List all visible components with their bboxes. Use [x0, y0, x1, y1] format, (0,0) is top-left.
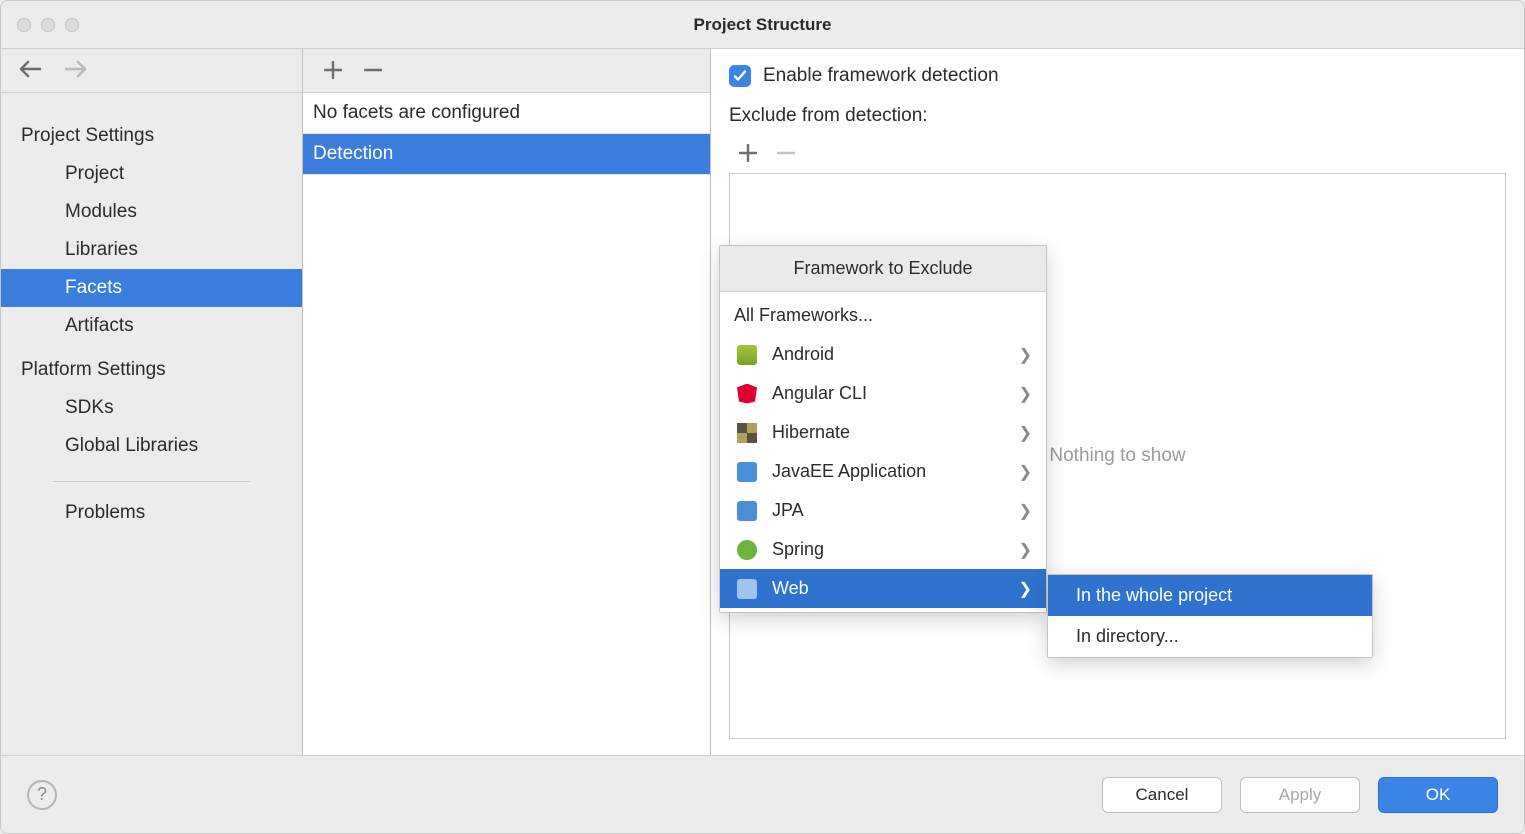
- sidebar-item-sdks[interactable]: SDKs: [1, 389, 302, 427]
- menu-label: Hibernate: [772, 422, 1019, 443]
- remove-facet-button[interactable]: [353, 51, 393, 91]
- menu-label: In directory...: [1076, 626, 1344, 647]
- window-title: Project Structure: [694, 15, 832, 35]
- menu-item-angular-cli[interactable]: Angular CLI ❯: [720, 374, 1046, 413]
- spring-icon: [734, 538, 760, 562]
- menu-item-android[interactable]: Android ❯: [720, 335, 1046, 374]
- popup-header: Framework to Exclude: [720, 246, 1046, 292]
- sidebar-section-platform-settings: Platform Settings: [1, 351, 302, 389]
- menu-label: In the whole project: [1076, 585, 1344, 606]
- traffic-lights: [1, 18, 79, 32]
- ok-button[interactable]: OK: [1378, 777, 1498, 813]
- sidebar-list: Project Settings Project Modules Librari…: [1, 93, 302, 755]
- minus-icon: [364, 55, 382, 86]
- add-facet-button[interactable]: [313, 51, 353, 91]
- exclude-from-detection-label: Exclude from detection:: [729, 105, 1506, 127]
- menu-label: JavaEE Application: [772, 461, 1019, 482]
- chevron-right-icon: ❯: [1019, 579, 1032, 599]
- sidebar-item-global-libraries[interactable]: Global Libraries: [1, 427, 302, 465]
- project-structure-window: Project Structure Project Settings Proje…: [0, 0, 1525, 834]
- footer: ? Cancel Apply OK: [1, 755, 1524, 833]
- menu-item-all-frameworks[interactable]: All Frameworks...: [720, 296, 1046, 335]
- sidebar-divider: [53, 481, 250, 482]
- help-icon: ?: [37, 784, 47, 805]
- hibernate-icon: [734, 421, 760, 445]
- chevron-right-icon: ❯: [1019, 345, 1032, 365]
- zoom-window-button[interactable]: [65, 18, 79, 32]
- angular-icon: [734, 382, 760, 406]
- sidebar-item-problems[interactable]: Problems: [1, 494, 302, 532]
- forward-icon[interactable]: [65, 58, 87, 84]
- facets-panel: No facets are configured Detection: [303, 49, 711, 755]
- submenu-item-in-directory[interactable]: In directory...: [1048, 616, 1372, 657]
- javaee-icon: [734, 460, 760, 484]
- submenu-item-whole-project[interactable]: In the whole project: [1048, 575, 1372, 616]
- close-window-button[interactable]: [17, 18, 31, 32]
- sidebar-section-project-settings: Project Settings: [1, 117, 302, 155]
- menu-label: Android: [772, 344, 1019, 365]
- jpa-icon: [734, 499, 760, 523]
- chevron-right-icon: ❯: [1019, 384, 1032, 404]
- web-icon: [734, 577, 760, 601]
- titlebar: Project Structure: [1, 1, 1524, 49]
- sidebar: Project Settings Project Modules Librari…: [1, 49, 303, 755]
- menu-item-javaee-application[interactable]: JavaEE Application ❯: [720, 452, 1046, 491]
- sidebar-item-artifacts[interactable]: Artifacts: [1, 307, 302, 345]
- sidebar-item-libraries[interactable]: Libraries: [1, 231, 302, 269]
- facets-list: No facets are configured Detection: [303, 93, 710, 755]
- sidebar-nav: [1, 49, 302, 93]
- enable-detection-row: Enable framework detection: [729, 65, 1506, 87]
- web-exclude-submenu: In the whole project In directory...: [1047, 574, 1373, 658]
- menu-item-spring[interactable]: Spring ❯: [720, 530, 1046, 569]
- facets-row-detection[interactable]: Detection: [303, 134, 710, 175]
- menu-label: All Frameworks...: [734, 305, 1032, 326]
- exclude-toolbar: [729, 133, 1506, 173]
- sidebar-item-modules[interactable]: Modules: [1, 193, 302, 231]
- framework-exclude-popup: Framework to Exclude All Frameworks... A…: [719, 245, 1047, 613]
- facets-empty-label: No facets are configured: [303, 93, 710, 134]
- enable-detection-label: Enable framework detection: [763, 65, 999, 87]
- menu-label: JPA: [772, 500, 1019, 521]
- sidebar-item-facets[interactable]: Facets: [1, 269, 302, 307]
- menu-item-hibernate[interactable]: Hibernate ❯: [720, 413, 1046, 452]
- plus-icon: [739, 138, 757, 169]
- enable-detection-checkbox[interactable]: [729, 65, 751, 87]
- chevron-right-icon: ❯: [1019, 423, 1032, 443]
- menu-label: Web: [772, 578, 1019, 599]
- back-icon[interactable]: [19, 58, 41, 84]
- menu-label: Angular CLI: [772, 383, 1019, 404]
- minimize-window-button[interactable]: [41, 18, 55, 32]
- exclusions-placeholder: Nothing to show: [1049, 445, 1185, 467]
- menu-label: Spring: [772, 539, 1019, 560]
- android-icon: [734, 343, 760, 367]
- apply-button[interactable]: Apply: [1240, 777, 1360, 813]
- minus-icon: [777, 138, 795, 169]
- add-exclusion-button[interactable]: [729, 135, 767, 171]
- chevron-right-icon: ❯: [1019, 540, 1032, 560]
- help-button[interactable]: ?: [27, 780, 57, 810]
- remove-exclusion-button[interactable]: [767, 135, 805, 171]
- facets-toolbar: [303, 49, 710, 93]
- plus-icon: [324, 55, 342, 86]
- sidebar-item-project[interactable]: Project: [1, 155, 302, 193]
- chevron-right-icon: ❯: [1019, 501, 1032, 521]
- menu-item-jpa[interactable]: JPA ❯: [720, 491, 1046, 530]
- menu-item-web[interactable]: Web ❯: [720, 569, 1046, 608]
- cancel-button[interactable]: Cancel: [1102, 777, 1222, 813]
- chevron-right-icon: ❯: [1019, 462, 1032, 482]
